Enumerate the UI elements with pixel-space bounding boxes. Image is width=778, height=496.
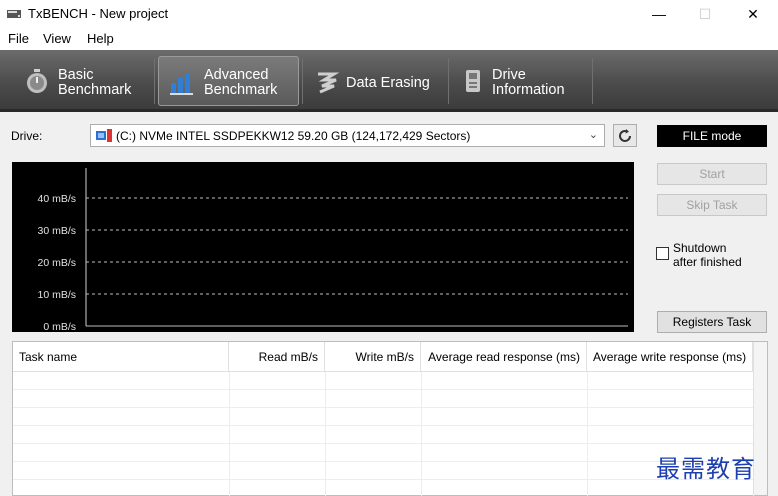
column-header-read[interactable]: Read mB/s: [229, 342, 325, 372]
shutdown-label-2: after finished: [673, 255, 742, 269]
bar-chart-icon: [170, 73, 193, 95]
app-icon: [7, 10, 21, 18]
toolbar-separator: [448, 58, 449, 104]
graph-y-tick-label: 10 mB/s: [37, 289, 76, 301]
basic-benchmark-label-2: Benchmark: [58, 82, 132, 98]
menu-bar: File View Help: [0, 28, 778, 50]
drive-icon: [466, 70, 480, 92]
toolbar-separator: [592, 58, 593, 104]
table-header: Task name Read mB/s Write mB/s Average r…: [13, 342, 767, 372]
window-title: TxBENCH - New project: [28, 6, 169, 21]
column-header-avg-read[interactable]: Average read response (ms): [421, 342, 587, 372]
table-row[interactable]: [13, 444, 753, 462]
column-header-avg-write[interactable]: Average write response (ms): [587, 342, 753, 372]
column-header-write[interactable]: Write mB/s: [325, 342, 421, 372]
table-row[interactable]: [13, 480, 753, 496]
basic-benchmark-tab[interactable]: Basic Benchmark: [14, 56, 154, 106]
start-button[interactable]: Start: [657, 163, 767, 185]
close-button[interactable]: ✕: [730, 0, 776, 28]
stopwatch-icon: [27, 69, 47, 93]
data-erasing-tab[interactable]: Data Erasing: [306, 56, 446, 106]
task-table: Task name Read mB/s Write mB/s Average r…: [12, 341, 768, 496]
shutdown-checkbox[interactable]: [656, 247, 669, 260]
menu-help[interactable]: Help: [87, 31, 114, 46]
menu-file[interactable]: File: [8, 31, 29, 46]
graph-y-tick-label: 20 mB/s: [37, 257, 76, 269]
drive-select[interactable]: (C:) NVMe INTEL SSDPEKKW12 59.20 GB (124…: [90, 124, 605, 147]
toolbar-separator: [154, 58, 155, 104]
graph-y-tick-label: 30 mB/s: [37, 225, 76, 237]
refresh-button[interactable]: [613, 124, 637, 147]
chevron-down-icon: ⌄: [588, 129, 598, 141]
column-divider: [421, 372, 422, 496]
drive-information-tab[interactable]: Drive Information: [452, 56, 592, 106]
column-divider: [325, 372, 326, 496]
table-row[interactable]: [13, 390, 753, 408]
watermark-text: 最需教育: [656, 455, 756, 483]
table-row[interactable]: [13, 426, 753, 444]
advanced-benchmark-tab[interactable]: Advanced Benchmark: [158, 56, 299, 106]
drive-label: Drive:: [11, 129, 43, 143]
menu-view[interactable]: View: [43, 31, 71, 46]
graph-y-tick-label: 40 mB/s: [37, 193, 76, 205]
shutdown-label: Shutdown after finished: [673, 241, 763, 269]
column-divider: [229, 372, 230, 496]
table-row[interactable]: [13, 462, 753, 480]
drive-select-value: (C:) NVMe INTEL SSDPEKKW12 59.20 GB (124…: [116, 129, 471, 143]
eraser-icon: [318, 72, 340, 94]
maximize-button[interactable]: ☐: [682, 0, 728, 28]
skip-task-button[interactable]: Skip Task: [657, 194, 767, 216]
graph-canvas: 40 mB/s 30 mB/s 20 mB/s 10 mB/s 0 mB/s: [37, 168, 628, 332]
toolbar-separator: [302, 58, 303, 104]
benchmark-graph: 40 mB/s 30 mB/s 20 mB/s 10 mB/s 0 mB/s: [12, 162, 634, 332]
column-divider: [587, 372, 588, 496]
file-mode-indicator[interactable]: FILE mode: [657, 125, 767, 147]
advanced-benchmark-label-2: Benchmark: [204, 82, 278, 98]
main-toolbar: Basic Benchmark Advanced Benchmark Data …: [0, 50, 778, 112]
data-erasing-label: Data Erasing: [346, 75, 430, 91]
refresh-icon: [619, 128, 631, 142]
advanced-benchmark-label-1: Advanced: [204, 67, 269, 83]
shutdown-label-1: Shutdown: [673, 241, 727, 255]
graph-y-tick-label: 0 mB/s: [43, 321, 76, 332]
basic-benchmark-label-1: Basic: [58, 67, 94, 83]
column-header-task-name[interactable]: Task name: [13, 342, 229, 372]
table-row[interactable]: [13, 408, 753, 426]
drive-information-label-1: Drive: [492, 67, 526, 83]
drive-information-label-2: Information: [492, 82, 565, 98]
minimize-button[interactable]: —: [636, 0, 682, 28]
table-row[interactable]: [13, 372, 753, 390]
title-bar: TxBENCH - New project — ☐ ✕: [0, 0, 778, 28]
registers-task-button[interactable]: Registers Task: [657, 311, 767, 333]
nvme-drive-icon: [96, 129, 112, 142]
